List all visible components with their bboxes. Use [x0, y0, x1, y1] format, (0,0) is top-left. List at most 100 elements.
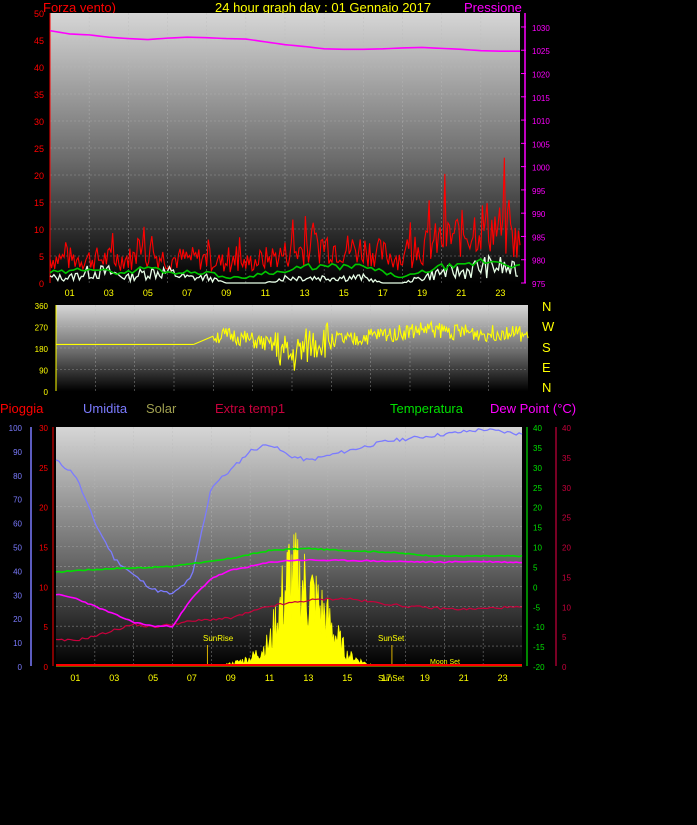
dewpoint-label: Dew Point (°C) [490, 401, 577, 416]
hour-tick-label: 01 [70, 673, 80, 683]
hour-tick-label: 17 [378, 288, 388, 298]
pressure-tick-label: 1005 [532, 140, 550, 149]
hour-tick-label: 15 [342, 673, 352, 683]
hour-tick-label: 11 [261, 288, 270, 298]
direction-tick-label: 180 [35, 345, 49, 354]
wind-tick-label: 25 [34, 144, 44, 154]
humidity-tick-label: 50 [13, 544, 22, 553]
compass-n-bottom: N [542, 380, 552, 395]
hour-tick-label: 09 [221, 288, 231, 298]
pressure-tick-label: 990 [532, 210, 546, 219]
direction-tick-label: 0 [44, 388, 49, 397]
humidity-label: Umidita [83, 401, 128, 416]
hour-tick-label: 19 [420, 673, 430, 683]
hour-tick-label: 07 [187, 673, 197, 683]
humidity-tick-label: 100 [9, 424, 23, 433]
compass-s: S [542, 340, 551, 355]
temperature-tick-label: 25 [533, 484, 542, 493]
rain-tick-label: 0 [44, 663, 49, 672]
pressure-tick-label: 1000 [532, 164, 550, 173]
humidity-tick-label: 40 [13, 567, 22, 576]
wind-tick-label: 10 [34, 225, 44, 235]
extratemp-label: Extra temp1 [215, 401, 286, 416]
hour-tick-label: 21 [459, 673, 469, 683]
rain-tick-label: 15 [39, 544, 48, 553]
temperature-tick-label: 10 [533, 544, 542, 553]
sunrise-label: SunRise [203, 634, 234, 643]
wind-tick-label: 30 [34, 117, 44, 127]
hour-tick-label: 01 [65, 288, 75, 298]
temperature-tick-label: 0 [533, 583, 538, 592]
rain-tick-label: 25 [39, 464, 48, 473]
humidity-tick-label: 80 [13, 472, 22, 481]
rain-tick-label: 10 [39, 583, 48, 592]
temperature-tick-label: 35 [533, 444, 542, 453]
rain-tick-label: 20 [39, 504, 48, 513]
dewpoint-tick-label: 15 [562, 573, 571, 582]
hour-tick-label: 11 [265, 673, 274, 683]
hour-tick-label: 15 [339, 288, 349, 298]
temperature-tick-label: -15 [533, 643, 545, 652]
humidity-tick-label: 90 [13, 448, 22, 457]
temperature-tick-label: -10 [533, 623, 545, 632]
temperature-humidity-panel: 1009080706050403020100302520151050403530… [9, 424, 572, 683]
dewpoint-tick-label: 40 [562, 424, 571, 433]
dewpoint-tick-label: 35 [562, 454, 571, 463]
rain-tick-label: 30 [39, 424, 48, 433]
hour-tick-label: 03 [109, 673, 119, 683]
humidity-tick-label: 20 [13, 615, 22, 624]
humidity-tick-label: 10 [13, 639, 22, 648]
temperature-tick-label: 30 [533, 464, 542, 473]
wind-tick-label: 35 [34, 90, 44, 100]
wind-tick-label: 40 [34, 63, 44, 73]
dewpoint-tick-label: 30 [562, 484, 571, 493]
pressure-tick-label: 1020 [532, 71, 550, 80]
pressure-tick-label: 995 [532, 187, 546, 196]
rain-tick-label: 5 [44, 623, 49, 632]
hour-tick-label: 23 [495, 288, 505, 298]
hour-tick-label: 13 [300, 288, 310, 298]
dewpoint-tick-label: 20 [562, 544, 571, 553]
humidity-tick-label: 70 [13, 496, 22, 505]
wind-tick-label: 20 [34, 171, 44, 181]
rain-label: Pioggia [0, 401, 44, 416]
direction-tick-label: 270 [35, 324, 49, 333]
temperature-tick-label: -5 [533, 603, 541, 612]
dewpoint-tick-label: 5 [562, 633, 567, 642]
pressure-tick-label: 1010 [532, 117, 550, 126]
compass-n-top: N [542, 299, 552, 314]
temperature-tick-label: 15 [533, 524, 542, 533]
humidity-tick-label: 0 [18, 663, 23, 672]
sunset-label-bottom: SunSet [378, 674, 405, 683]
hour-tick-label: 03 [104, 288, 114, 298]
pressure-tick-label: 1025 [532, 47, 550, 56]
temperature-tick-label: 40 [533, 424, 542, 433]
wind-tick-label: 5 [39, 252, 44, 262]
sunset-label: SunSet [378, 634, 405, 643]
wind-tick-label: 0 [39, 279, 44, 289]
humidity-tick-label: 30 [13, 591, 22, 600]
wind-tick-label: 15 [34, 198, 44, 208]
temperature-label: Temperatura [390, 401, 463, 416]
pressure-tick-label: 975 [532, 280, 546, 289]
temperature-tick-label: -20 [533, 663, 545, 672]
hour-tick-label: 05 [143, 288, 153, 298]
solar-label: Solar [146, 401, 177, 416]
direction-tick-label: 90 [39, 367, 48, 376]
compass-e: E [542, 360, 551, 375]
wind-tick-label: 50 [34, 9, 44, 19]
temperature-tick-label: 20 [533, 504, 542, 513]
pressure-tick-label: 985 [532, 233, 546, 242]
wind-direction-panel: 360 270 180 90 0 [35, 302, 529, 397]
wind-pressure-panel: 5045403530252015105010301025102010151010… [34, 9, 550, 298]
hour-tick-label: 09 [226, 673, 236, 683]
pressure-tick-label: 1030 [532, 24, 550, 33]
dewpoint-tick-label: 10 [562, 603, 571, 612]
dewpoint-tick-label: 0 [562, 663, 567, 672]
hour-tick-label: 21 [456, 288, 466, 298]
hour-tick-label: 05 [148, 673, 158, 683]
temperature-tick-label: 5 [533, 563, 538, 572]
hour-tick-label: 13 [303, 673, 313, 683]
pressure-tick-label: 980 [532, 257, 546, 266]
hour-tick-label: 19 [417, 288, 427, 298]
